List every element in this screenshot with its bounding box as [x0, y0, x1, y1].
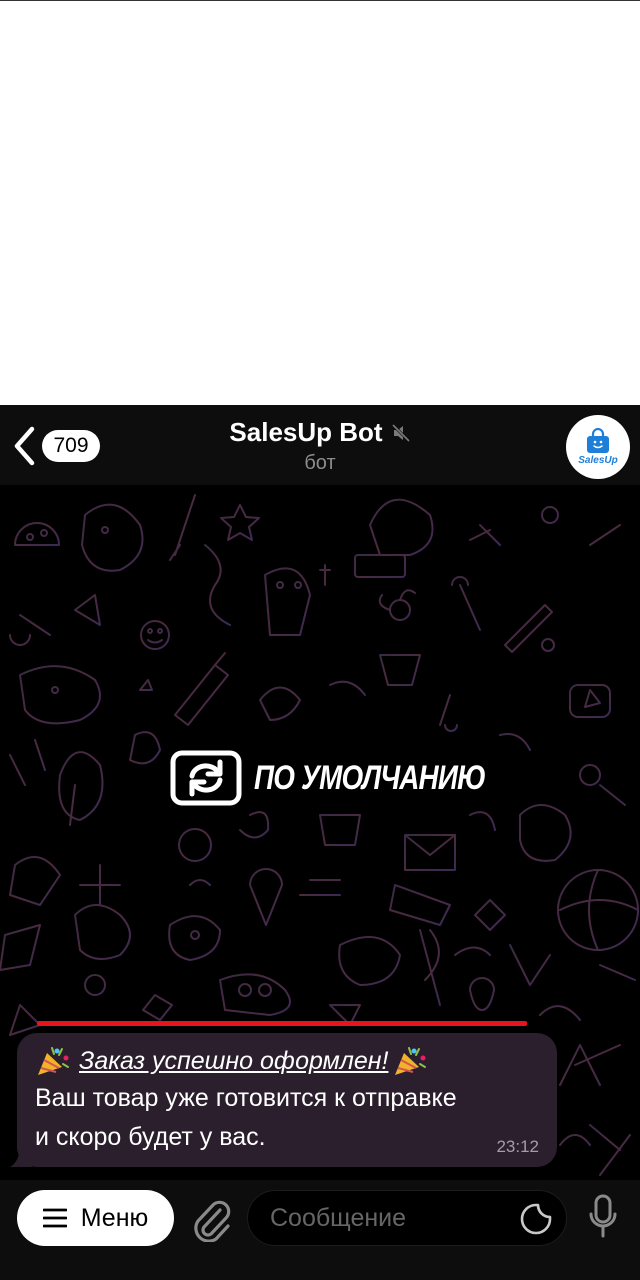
- party-popper-icon: [38, 1047, 69, 1075]
- telegram-chat-screen: 709 SalesUp Bot бот SalesUp ПО УМОЛЧАНИЮ…: [0, 405, 640, 1280]
- chevron-left-icon: [14, 426, 35, 466]
- unread-count-badge: 709: [42, 430, 100, 462]
- order-confirmation-link[interactable]: Заказ успешно оформлен!: [79, 1043, 388, 1079]
- message-input-bar: Меню Сообщение: [0, 1180, 640, 1280]
- avatar-brand-text: SalesUp: [578, 455, 618, 466]
- hamburger-menu-icon: [42, 1208, 67, 1228]
- message-body-line: Ваш товар уже готовится к отправке: [35, 1084, 457, 1112]
- message-title-line: Заказ успешно оформлен!: [35, 1043, 539, 1079]
- back-button[interactable]: 709: [10, 423, 110, 469]
- chat-subtitle: бот: [304, 452, 336, 474]
- paperclip-icon[interactable]: [190, 1196, 232, 1242]
- blank-area: [0, 0, 640, 405]
- watermark-text: ПО УМОЛЧАНИЮ: [254, 758, 486, 797]
- red-highlight-line: [37, 1021, 527, 1026]
- chat-area[interactable]: ПО УМОЛЧАНИЮ Заказ успешно оформлен! Ваш…: [0, 485, 640, 1180]
- refresh-icon: [170, 750, 242, 806]
- watermark-label: ПО УМОЛЧАНИЮ: [170, 750, 536, 806]
- microphone-icon[interactable]: [588, 1194, 618, 1240]
- party-popper-icon: [395, 1047, 427, 1075]
- message-body-line: и скоро будет у вас.: [35, 1123, 266, 1151]
- message-input[interactable]: Сообщение: [247, 1190, 567, 1246]
- bot-menu-button[interactable]: Меню: [17, 1190, 174, 1246]
- chat-title-text: SalesUp Bot: [229, 417, 383, 447]
- sticker-icon[interactable]: [520, 1203, 552, 1235]
- shopping-bag-icon: [587, 428, 609, 453]
- muted-speaker-icon: [391, 423, 410, 442]
- menu-button-label: Меню: [80, 1203, 149, 1232]
- chat-header: 709 SalesUp Bot бот SalesUp: [0, 405, 640, 485]
- bot-avatar[interactable]: SalesUp: [566, 415, 630, 479]
- chat-title: SalesUp Bot: [229, 417, 410, 448]
- message-bubble[interactable]: Заказ успешно оформлен! Ваш товар уже го…: [17, 1033, 557, 1167]
- chat-title-area[interactable]: SalesUp Bot бот: [140, 417, 500, 475]
- message-timestamp: 23:12: [496, 1137, 539, 1156]
